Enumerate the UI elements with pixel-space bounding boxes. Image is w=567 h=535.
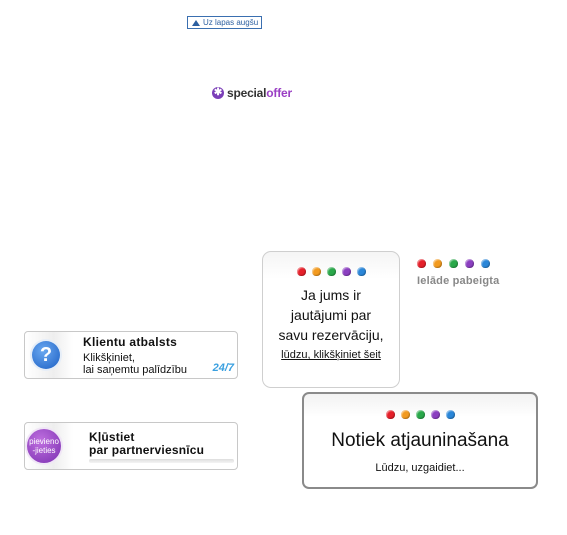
question-icon: ? xyxy=(32,341,60,369)
partner-underline xyxy=(89,459,234,463)
question-line: savu rezervāciju, xyxy=(278,327,384,343)
updating-subtitle: Lūdzu, uzgaidiet... xyxy=(375,462,465,474)
special-offer-word1: special xyxy=(227,86,267,100)
loading-dot-icon xyxy=(416,410,425,419)
loading-dot-icon xyxy=(433,259,442,268)
loading-dots xyxy=(417,259,517,268)
loading-dot-icon xyxy=(342,267,351,276)
support-title: Klientu atbalsts xyxy=(83,335,178,349)
loading-dot-icon xyxy=(312,267,321,276)
loading-complete-indicator: Ielāde pabeigta xyxy=(417,259,517,287)
join-icon-label: pievieno-jieties xyxy=(29,437,59,455)
updating-title: Notiek atjauninašana xyxy=(331,430,509,451)
back-to-top-button[interactable]: Uz lapas augšu xyxy=(187,16,262,29)
loading-dots xyxy=(386,410,455,419)
question-line: Ja jums ir xyxy=(301,287,361,303)
support-line: Klikšķiniet, xyxy=(83,352,135,364)
become-partner-button[interactable]: pievieno-jieties Kļūstiet par partnervie… xyxy=(24,422,238,470)
arrow-up-icon xyxy=(192,19,200,26)
special-offer-logo: ✱ special offer xyxy=(212,86,292,100)
support-line: lai saņemtu palīdzību xyxy=(83,364,187,376)
loading-dot-icon xyxy=(446,410,455,419)
loading-dot-icon xyxy=(327,267,336,276)
loading-dot-icon xyxy=(465,259,474,268)
support-subtitle: Klikšķiniet, lai saņemtu palīdzību xyxy=(83,352,187,376)
loading-dot-icon xyxy=(386,410,395,419)
join-icon: pievieno-jieties xyxy=(27,429,61,463)
special-offer-word2: offer xyxy=(266,86,292,100)
partner-title-line: par partnerviesnīcu xyxy=(89,443,205,457)
loading-dot-icon xyxy=(297,267,306,276)
customer-support-button[interactable]: ? Klientu atbalsts Klikšķiniet, lai saņe… xyxy=(24,331,238,379)
loading-dots xyxy=(297,267,366,276)
loading-dot-icon xyxy=(401,410,410,419)
support-hours-badge: 24/7 xyxy=(212,362,234,374)
loading-dot-icon xyxy=(449,259,458,268)
loading-dot-icon xyxy=(357,267,366,276)
reservation-question-card: Ja jums ir jautājumi par savu rezervācij… xyxy=(262,251,400,388)
loading-dot-icon xyxy=(481,259,490,268)
partner-title: Kļūstiet par partnerviesnīcu xyxy=(89,431,204,457)
loading-dot-icon xyxy=(417,259,426,268)
loading-complete-label: Ielāde pabeigta xyxy=(417,275,500,287)
question-text: Ja jums ir jautājumi par savu rezervācij… xyxy=(263,285,399,345)
question-line: jautājumi par xyxy=(290,307,372,323)
updating-dialog: Notiek atjauninašana Lūdzu, uzgaidiet... xyxy=(302,392,538,489)
star-icon: ✱ xyxy=(212,87,224,99)
click-here-link[interactable]: lūdzu, klikšķiniet šeit xyxy=(263,349,399,361)
loading-dot-icon xyxy=(431,410,440,419)
back-to-top-label: Uz lapas augšu xyxy=(203,18,259,27)
